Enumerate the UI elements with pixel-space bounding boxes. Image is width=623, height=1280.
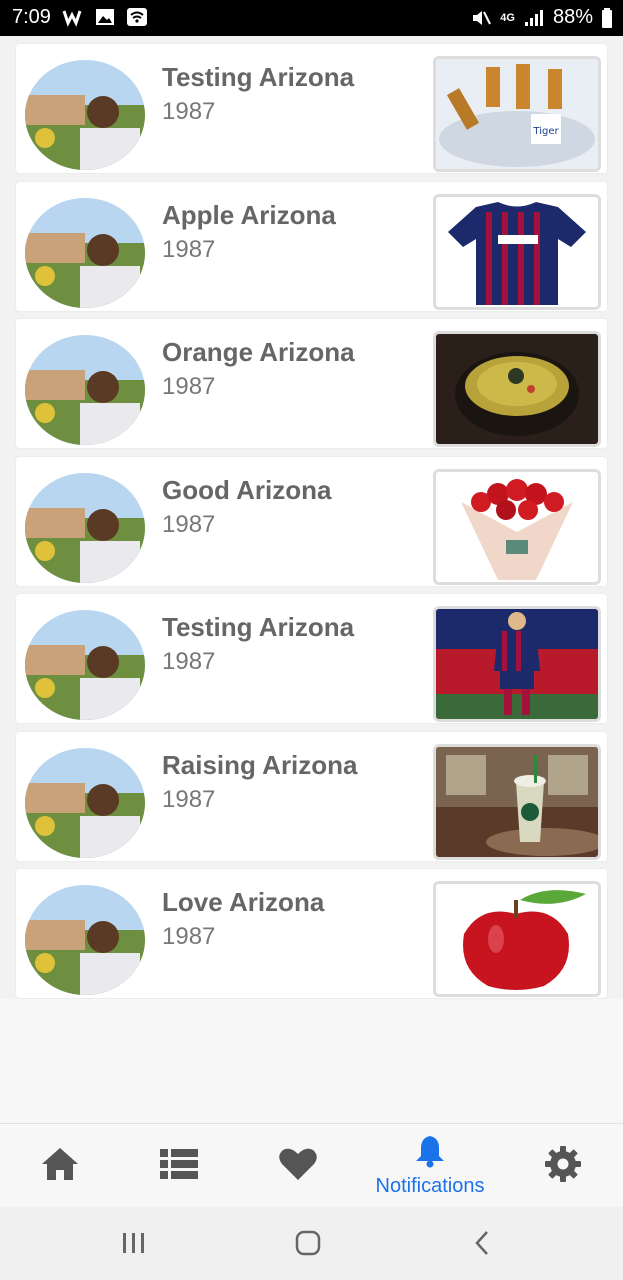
avatar [25, 885, 145, 995]
item-year: 1987 [162, 236, 216, 263]
heart-icon [278, 1147, 318, 1186]
tab-favorites[interactable] [248, 1124, 348, 1208]
item-year: 1987 [162, 373, 216, 400]
svg-text:Tiger: Tiger [532, 126, 559, 137]
item-thumbnail[interactable] [433, 881, 601, 997]
item-title: Testing Arizona [162, 612, 355, 642]
item-year: 1987 [162, 511, 216, 538]
back-nav-button[interactable] [462, 1225, 502, 1265]
list-item[interactable]: Good Arizona 1987 [16, 457, 607, 586]
battery-icon [601, 7, 613, 28]
tab-settings[interactable] [513, 1124, 613, 1208]
item-title: Raising Arizona [162, 750, 358, 780]
item-thumbnail[interactable] [433, 469, 601, 585]
system-nav-bar [0, 1207, 623, 1280]
wifi-icon [126, 7, 148, 27]
item-year: 1987 [162, 786, 216, 813]
signal-icon [523, 8, 545, 28]
item-thumbnail[interactable] [433, 194, 601, 310]
back-icon [472, 1229, 492, 1262]
bell-icon [413, 1134, 447, 1173]
gallery-notification-icon [94, 7, 116, 27]
list-item[interactable]: Orange Arizona 1987 [16, 319, 607, 448]
item-year: 1987 [162, 648, 216, 675]
avatar [25, 610, 145, 720]
avatar [25, 748, 145, 858]
item-title: Apple Arizona [162, 200, 336, 230]
status-bar: 7:09 4G 88% [0, 0, 623, 36]
avatar [25, 335, 145, 445]
item-thumbnail[interactable] [433, 331, 601, 447]
battery-percent: 88% [552, 6, 593, 28]
gear-icon [544, 1145, 582, 1188]
list-item[interactable]: Testing Arizona 1987 Tiger [16, 44, 607, 173]
list-item[interactable]: Testing Arizona 1987 [16, 594, 607, 723]
tab-home[interactable] [10, 1124, 110, 1208]
bottom-tab-bar: Notifications [0, 1123, 623, 1208]
status-time: 7:09 [12, 6, 51, 28]
home-nav-button[interactable] [288, 1225, 328, 1265]
recent-apps-button[interactable] [114, 1225, 154, 1265]
network-type: 4G [500, 11, 515, 24]
list-icon [159, 1147, 199, 1186]
avatar [25, 473, 145, 583]
item-thumbnail[interactable] [433, 744, 601, 860]
item-title: Good Arizona [162, 475, 332, 505]
item-title: Testing Arizona [162, 62, 355, 92]
item-title: Love Arizona [162, 887, 325, 917]
item-year: 1987 [162, 98, 216, 125]
avatar [25, 198, 145, 308]
item-thumbnail[interactable] [433, 606, 601, 722]
empty-area [0, 999, 623, 1123]
notification-list[interactable]: Testing Arizona 1987 Tiger Apple Arizona… [0, 36, 623, 999]
home-button-icon [294, 1229, 322, 1262]
mute-icon [470, 8, 492, 28]
item-year: 1987 [162, 923, 216, 950]
list-item[interactable]: Raising Arizona 1987 [16, 732, 607, 861]
list-item[interactable]: Apple Arizona 1987 [16, 182, 607, 311]
home-icon [40, 1146, 80, 1187]
tab-notifications[interactable]: Notifications [362, 1124, 498, 1208]
tab-list[interactable] [129, 1124, 229, 1208]
item-title: Orange Arizona [162, 337, 355, 367]
app-notification-icon [62, 7, 84, 27]
list-item[interactable]: Love Arizona 1987 [16, 869, 607, 998]
item-thumbnail[interactable]: Tiger [433, 56, 601, 172]
avatar [25, 60, 145, 170]
recent-apps-icon [121, 1231, 147, 1260]
tab-notifications-label: Notifications [375, 1175, 485, 1197]
